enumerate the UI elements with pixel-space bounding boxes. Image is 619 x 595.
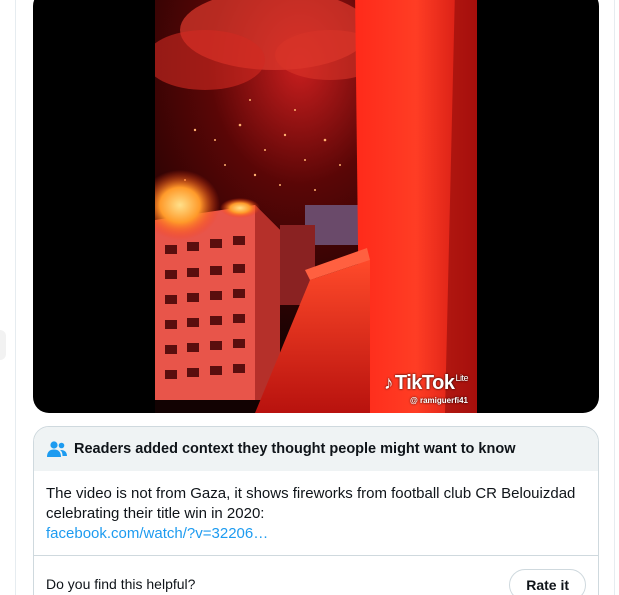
- community-note-text: The video is not from Gaza, it shows fir…: [46, 485, 576, 522]
- video-still-image: [155, 0, 477, 413]
- video-player[interactable]: ♪ TikTokLite @ ramiguerfi41: [33, 0, 599, 413]
- helpful-question: Do you find this helpful?: [46, 576, 196, 592]
- tiktok-brand-text: TikTok: [394, 372, 455, 394]
- tiktok-brand: ♪ TikTokLite: [383, 372, 469, 395]
- tiktok-note-icon: ♪: [383, 373, 394, 394]
- community-note-title: Readers added context they thought peopl…: [74, 441, 516, 457]
- video-frame: [155, 0, 477, 413]
- tiktok-lite-label: Lite: [455, 373, 468, 384]
- community-note: Readers added context they thought peopl…: [33, 426, 599, 595]
- divider: [34, 555, 598, 556]
- people-icon: [47, 441, 67, 457]
- community-note-body: The video is not from Gaza, it shows fir…: [34, 471, 598, 544]
- helpful-row: Do you find this helpful? Rate it: [46, 567, 586, 595]
- tweet-page: ♪ TikTokLite @ ramiguerfi41 Readers added…: [0, 0, 619, 595]
- scroll-edge: [0, 330, 6, 360]
- tiktok-watermark: ♪ TikTokLite @ ramiguerfi41: [383, 372, 469, 405]
- rate-it-button[interactable]: Rate it: [509, 569, 586, 595]
- community-note-source-link[interactable]: facebook.com/watch/?v=32206…: [46, 524, 586, 544]
- community-note-header: Readers added context they thought peopl…: [34, 427, 598, 471]
- tiktok-handle: @ ramiguerfi41: [409, 396, 468, 405]
